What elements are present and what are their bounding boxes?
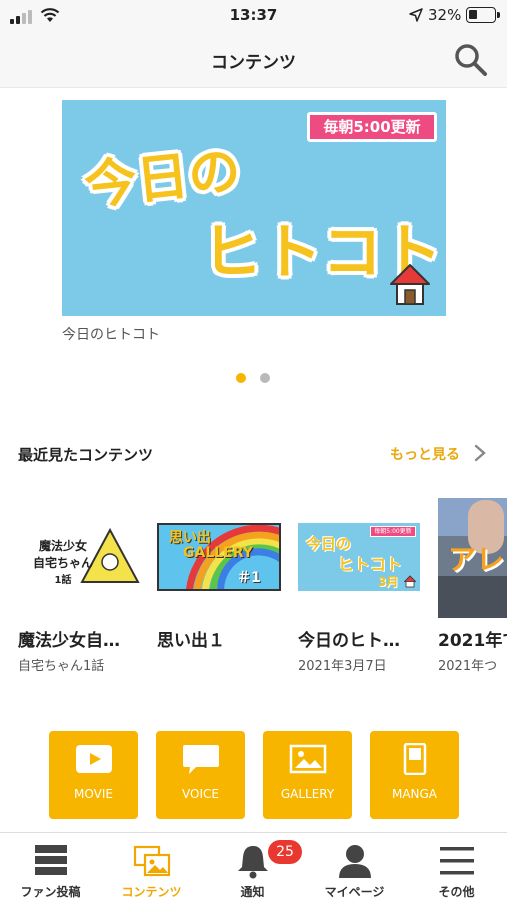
navigation-bar: コンテンツ xyxy=(0,32,507,88)
carousel-dot[interactable] xyxy=(260,373,270,383)
category-voice-button[interactable]: VOICE xyxy=(156,731,245,819)
hero-banner[interactable]: 毎朝5:00更新 今日の ヒトコト xyxy=(62,100,446,316)
search-icon[interactable] xyxy=(453,42,489,78)
category-label: GALLERY xyxy=(280,787,335,801)
battery-icon xyxy=(466,7,500,23)
thumb-text: ヒトコト xyxy=(338,555,403,574)
content-thumbnail: 思い出 GALLERY ＃1 xyxy=(157,498,283,608)
location-arrow-icon xyxy=(409,8,423,22)
battery-percent: 32% xyxy=(428,6,462,24)
thumb-text: アレ xyxy=(448,543,505,576)
house-icon xyxy=(390,264,430,305)
thumb-text: 魔法少女 xyxy=(38,539,87,553)
card-subtitle: 2021年3月7日 xyxy=(298,659,387,674)
status-bar: 13:37 32% xyxy=(0,0,507,32)
content-thumbnail: 毎朝5:00更新 今日の ヒトコト 3月 xyxy=(298,498,424,608)
notification-count-badge: 25 xyxy=(268,840,302,864)
card-title: 2021年で xyxy=(438,631,507,651)
thumb-text: ＃1 xyxy=(237,570,261,586)
chevron-right-icon[interactable] xyxy=(474,444,486,462)
tab-contents[interactable]: コンテンツ xyxy=(101,833,202,900)
app-screen: 13:37 32% コンテンツ 毎朝5:00更新 今日の ヒトコト 今日のヒトコ… xyxy=(0,0,507,900)
tab-label: ファン投稿 xyxy=(20,885,81,899)
hero-update-badge: 毎朝5:00更新 xyxy=(307,112,437,142)
carousel-dots[interactable] xyxy=(236,373,276,383)
person-icon xyxy=(339,845,371,878)
section-title-recent: 最近見たコンテンツ xyxy=(18,446,154,464)
category-label: MOVIE xyxy=(74,787,113,801)
content-thumbnail: アレ xyxy=(438,498,507,618)
page-title: コンテンツ xyxy=(211,53,296,73)
thumb-text: 3月 xyxy=(378,575,399,589)
card-title: 今日のヒト… xyxy=(298,631,400,651)
play-icon xyxy=(76,745,112,773)
content-thumbnail: 魔法少女 自宅ちゃん 1話 xyxy=(18,498,144,608)
category-label: MANGA xyxy=(391,787,438,801)
tab-label: その他 xyxy=(438,885,475,899)
tab-label: コンテンツ xyxy=(121,885,182,899)
tab-other[interactable]: その他 xyxy=(406,833,507,900)
card-subtitle: 自宅ちゃん1話 xyxy=(18,659,105,674)
recent-content-card[interactable]: アレ 2021年で 2021年つ xyxy=(438,498,507,678)
card-title: 思い出１ xyxy=(157,631,225,651)
thumb-text: 自宅ちゃん xyxy=(32,556,93,570)
category-label: VOICE xyxy=(182,787,219,801)
fan-post-icon xyxy=(35,845,67,875)
gallery-thumb-art: 思い出 GALLERY ＃1 xyxy=(157,523,281,591)
category-movie-button[interactable]: MOVIE xyxy=(49,731,138,819)
speech-bubble-icon xyxy=(183,745,219,774)
book-icon xyxy=(403,743,427,775)
thumb-text: 1話 xyxy=(54,575,72,586)
tab-fan-post[interactable]: ファン投稿 xyxy=(0,833,101,900)
category-manga-button[interactable]: MANGA xyxy=(370,731,459,819)
tab-mypage[interactable]: マイページ xyxy=(304,833,405,900)
thumb-text: GALLERY xyxy=(183,545,253,561)
menu-icon xyxy=(440,847,474,875)
bell-icon xyxy=(238,846,268,879)
card-subtitle: 2021年つ xyxy=(438,659,498,674)
contents-icon xyxy=(133,845,171,877)
category-gallery-button[interactable]: GALLERY xyxy=(263,731,352,819)
image-icon xyxy=(289,744,327,774)
card-title: 魔法少女自… xyxy=(18,631,120,651)
house-icon xyxy=(404,575,416,588)
thumb-text: 毎朝5:00更新 xyxy=(370,526,416,537)
thumb-text: 思い出 xyxy=(169,530,211,546)
tab-label: マイページ xyxy=(324,885,385,899)
tab-label: 通知 xyxy=(240,885,265,899)
hitokoto-thumb-art: 毎朝5:00更新 今日の ヒトコト 3月 xyxy=(298,523,420,591)
hero-caption[interactable]: 今日のヒトコト xyxy=(62,324,160,344)
tab-bar: ファン投稿 コンテンツ 通知 マイページ その他 xyxy=(0,832,507,900)
carousel-dot-active[interactable] xyxy=(236,373,246,383)
see-more-link[interactable]: もっと見る xyxy=(390,444,460,464)
